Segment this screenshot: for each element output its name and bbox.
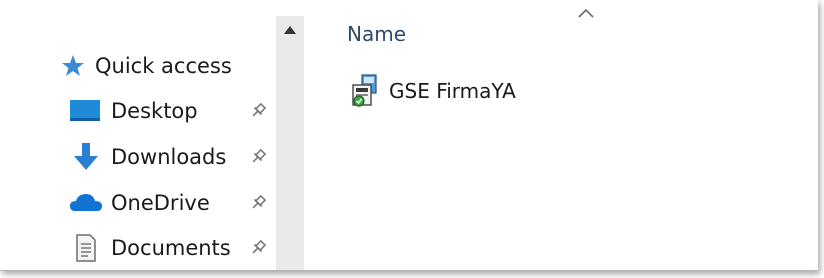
nav-label-documents: Documents xyxy=(111,236,231,260)
pin-icon[interactable] xyxy=(248,147,268,167)
cloud-icon xyxy=(69,191,103,215)
download-arrow-icon xyxy=(71,141,101,173)
nav-item-onedrive[interactable]: OneDrive xyxy=(0,183,276,223)
star-icon xyxy=(60,53,86,79)
navigation-pane: Quick access Desktop Downloads OneDrive … xyxy=(0,0,304,270)
nav-item-documents[interactable]: Documents xyxy=(0,228,276,268)
nav-label-quick-access: Quick access xyxy=(95,54,232,78)
scroll-up-arrow-icon[interactable] xyxy=(276,16,304,44)
file-item-gse-firmaya[interactable]: GSE FirmaYA xyxy=(346,72,606,110)
installer-icon xyxy=(348,74,384,110)
file-explorer-window: Quick access Desktop Downloads OneDrive … xyxy=(0,0,818,271)
pin-icon[interactable] xyxy=(248,238,268,258)
document-icon xyxy=(74,233,98,263)
file-list-pane: Name GSE FirmaYA xyxy=(304,0,818,270)
nav-label-downloads: Downloads xyxy=(111,145,227,169)
file-name: GSE FirmaYA xyxy=(389,79,516,103)
column-header-name[interactable]: Name xyxy=(347,22,406,46)
nav-item-desktop[interactable]: Desktop xyxy=(0,91,276,131)
pin-icon[interactable] xyxy=(248,193,268,213)
sort-ascending-icon xyxy=(576,6,596,20)
pin-icon[interactable] xyxy=(248,101,268,121)
nav-item-downloads[interactable]: Downloads xyxy=(0,137,276,177)
desktop-icon xyxy=(69,97,101,125)
nav-item-quick-access[interactable]: Quick access xyxy=(0,46,276,86)
nav-label-desktop: Desktop xyxy=(111,99,198,123)
nav-label-onedrive: OneDrive xyxy=(111,191,210,215)
navigation-scrollbar[interactable] xyxy=(276,16,304,270)
